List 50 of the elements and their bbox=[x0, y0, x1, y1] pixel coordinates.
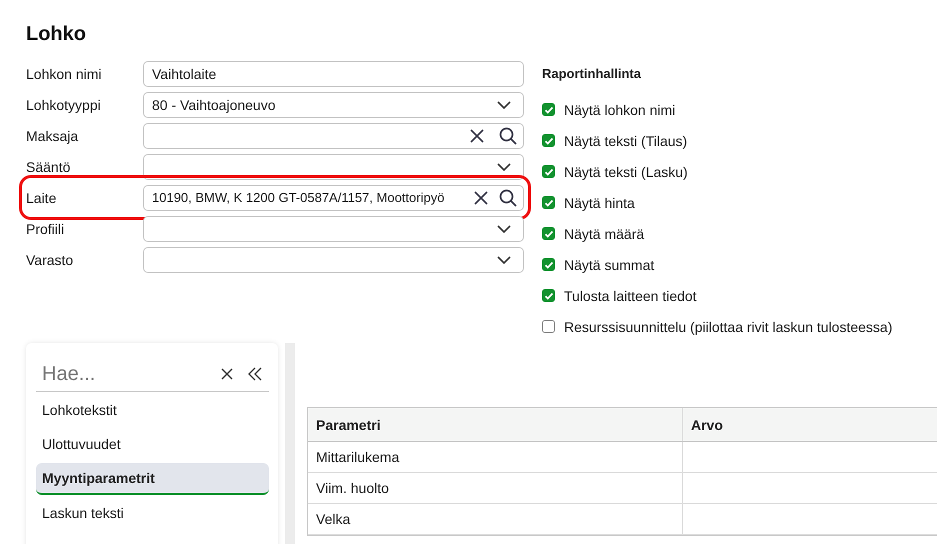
table-cell-text: Mittarilukema bbox=[315, 448, 400, 467]
dropdown-field[interactable] bbox=[143, 216, 524, 242]
dropdown-field[interactable] bbox=[143, 246, 524, 272]
checkbox[interactable] bbox=[542, 165, 555, 178]
field-label: Lohkotyyppi bbox=[26, 96, 102, 112]
checkbox[interactable] bbox=[542, 196, 555, 209]
chevron-down-icon bbox=[497, 162, 511, 170]
field-label: Profiili bbox=[26, 220, 66, 236]
checkbox[interactable] bbox=[542, 134, 555, 147]
sidebar-item[interactable]: Laskun teksti bbox=[36, 498, 269, 529]
clear-icon[interactable] bbox=[469, 128, 485, 144]
search-icon[interactable] bbox=[499, 126, 517, 144]
section-title: Raportinhallinta bbox=[542, 66, 642, 83]
field-label: Laite bbox=[26, 190, 58, 206]
checkbox-label: Näytä summat bbox=[564, 256, 654, 272]
checkbox[interactable] bbox=[542, 227, 555, 240]
chevron-down-icon bbox=[497, 224, 511, 232]
sidebar-item[interactable]: Ulottuvuudet bbox=[36, 429, 269, 460]
table-cell-text: Viim. huolto bbox=[315, 479, 390, 498]
checkbox-label: Tulosta laitteen tiedot bbox=[564, 288, 697, 304]
field-label: Varasto bbox=[26, 252, 74, 268]
checkbox[interactable] bbox=[542, 289, 555, 302]
dropdown-field[interactable]: 80 - Vaihtoajoneuvo bbox=[143, 92, 524, 118]
field-label: Maksaja bbox=[26, 128, 80, 144]
clear-icon[interactable] bbox=[221, 368, 233, 380]
checkbox-label: Näytä määrä bbox=[564, 226, 644, 242]
collapse-icon[interactable] bbox=[247, 367, 263, 381]
checkbox-label: Näytä teksti (Tilaus) bbox=[564, 132, 688, 148]
lookup-field[interactable] bbox=[143, 122, 524, 148]
lookup-field[interactable]: 10190, BMW, K 1200 GT-0587A/1157, Moottoripyö bbox=[143, 184, 524, 210]
checkbox-label: Resurssisuunnittelu (piilottaa rivit laskun tulosteessa) bbox=[564, 318, 892, 334]
field-label: Lohkon nimi bbox=[26, 66, 102, 82]
search-icon[interactable] bbox=[499, 188, 517, 206]
field-label: Sääntö bbox=[26, 158, 72, 174]
page-title: Lohko bbox=[26, 22, 87, 46]
checkbox-label: Näytä teksti (Lasku) bbox=[564, 164, 688, 180]
sidebar-item[interactable]: Lohkotekstit bbox=[36, 395, 269, 426]
column-header: Parametri bbox=[315, 416, 382, 434]
checkbox-label: Näytä lohkon nimi bbox=[564, 102, 676, 118]
table-cell-text: Velka bbox=[315, 510, 352, 529]
clear-icon[interactable] bbox=[473, 190, 489, 206]
checkbox-label: Näytä hinta bbox=[564, 194, 635, 210]
checkbox[interactable] bbox=[542, 103, 555, 116]
checkbox[interactable] bbox=[542, 320, 555, 333]
chevron-down-icon bbox=[497, 256, 511, 264]
chevron-down-icon bbox=[497, 100, 511, 108]
input-field[interactable]: Vaihtolaite bbox=[143, 60, 524, 86]
sidebar-item[interactable]: Myyntiparametrit bbox=[36, 463, 269, 495]
column-header: Arvo bbox=[682, 408, 937, 441]
checkbox[interactable] bbox=[542, 258, 555, 271]
